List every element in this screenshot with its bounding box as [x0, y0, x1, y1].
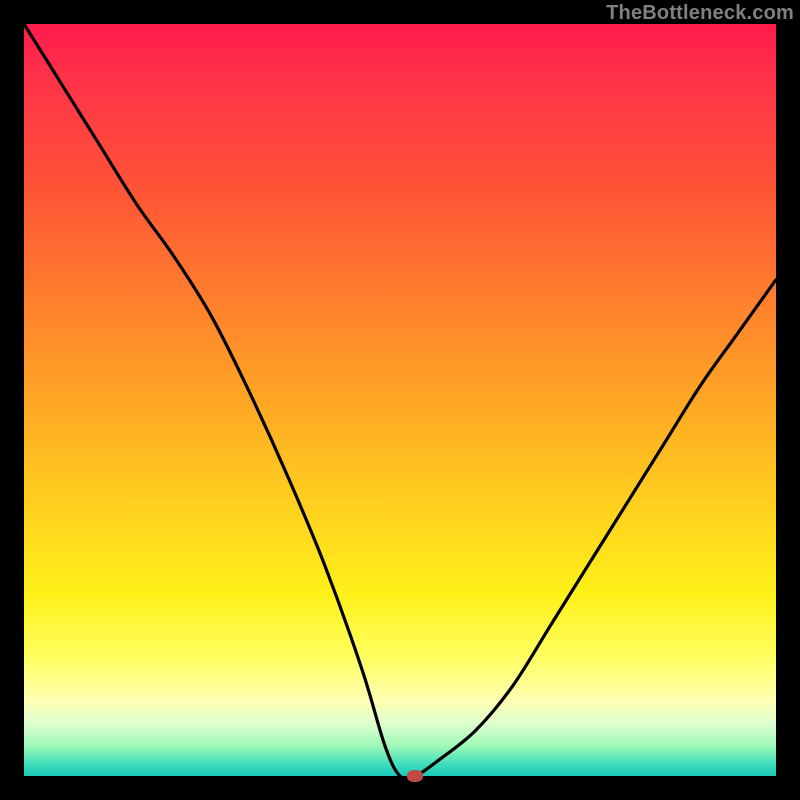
minimum-marker — [407, 770, 423, 782]
chart-frame: TheBottleneck.com — [0, 0, 800, 800]
watermark-text: TheBottleneck.com — [606, 2, 794, 25]
bottleneck-curve — [24, 24, 776, 776]
plot-area — [24, 24, 776, 776]
curve-path — [24, 24, 776, 779]
